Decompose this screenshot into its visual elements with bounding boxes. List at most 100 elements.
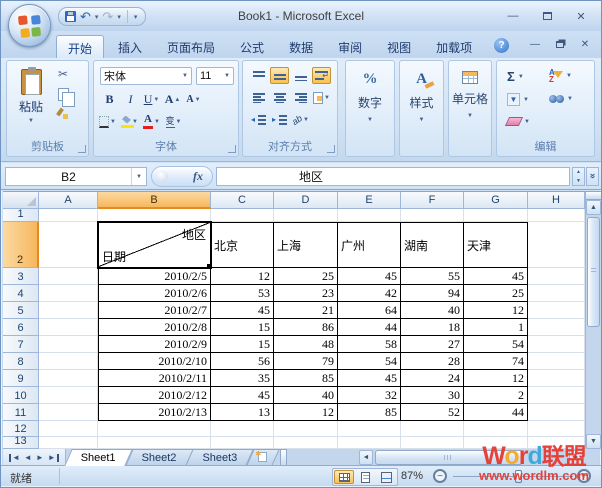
sheet-tab-Sheet3[interactable]: Sheet3: [189, 449, 250, 466]
cell-E12[interactable]: [338, 421, 401, 437]
column-header-D[interactable]: D: [274, 192, 338, 209]
fill-color-button[interactable]: ▼: [120, 113, 139, 130]
row-header-11[interactable]: 11: [3, 404, 39, 421]
cell-E4[interactable]: 42: [338, 285, 401, 302]
workbook-close-button[interactable]: ✕: [577, 39, 593, 50]
font-name-combo[interactable]: 宋体 ▼: [100, 67, 192, 85]
row-header-3[interactable]: 3: [3, 268, 39, 285]
cell-A12[interactable]: [39, 421, 98, 437]
align-center-button[interactable]: [270, 89, 289, 106]
cell-F6[interactable]: 18: [401, 319, 464, 336]
cell-E11[interactable]: 85: [338, 404, 401, 421]
horizontal-scroll-thumb[interactable]: [375, 450, 523, 465]
cell-H6[interactable]: [528, 319, 585, 336]
cell-F11[interactable]: 52: [401, 404, 464, 421]
cell-C2[interactable]: 北京: [211, 222, 274, 268]
cell-B2[interactable]: 地区日期: [98, 222, 211, 268]
copy-icon[interactable]: [58, 88, 69, 101]
cell-F1[interactable]: [401, 209, 464, 222]
cell-G6[interactable]: 1: [464, 319, 528, 336]
formula-bar-spinner[interactable]: ▲▼: [572, 167, 585, 186]
cell-F4[interactable]: 94: [401, 285, 464, 302]
cell-B5[interactable]: 2010/2/7: [98, 302, 211, 319]
font-color-button[interactable]: A▼: [142, 113, 161, 130]
scroll-left-button[interactable]: ◄: [359, 450, 373, 465]
row-header-7[interactable]: 7: [3, 336, 39, 353]
underline-button[interactable]: U▼: [142, 91, 161, 108]
format-painter-icon[interactable]: [57, 108, 69, 120]
row-header-13[interactable]: 13: [3, 437, 39, 449]
page-break-view-button[interactable]: [376, 470, 396, 484]
cell-A2[interactable]: [39, 222, 98, 268]
cell-G13[interactable]: [464, 437, 528, 449]
cell-F2[interactable]: 湖南: [401, 222, 464, 268]
italic-button[interactable]: I: [121, 91, 140, 108]
cell-F3[interactable]: 55: [401, 268, 464, 285]
ribbon-tab-加载项[interactable]: 加载项: [425, 35, 483, 58]
ribbon-tab-插入[interactable]: 插入: [107, 35, 153, 58]
row-header-9[interactable]: 9: [3, 370, 39, 387]
undo-button[interactable]: ↶: [80, 10, 91, 23]
cell-B11[interactable]: 2010/2/13: [98, 404, 211, 421]
cell-A13[interactable]: [39, 437, 98, 449]
ribbon-tab-公式[interactable]: 公式: [229, 35, 275, 58]
cell-G3[interactable]: 45: [464, 268, 528, 285]
last-sheet-button[interactable]: ►: [48, 454, 59, 462]
vertical-scrollbar[interactable]: ▲ ▼: [585, 192, 601, 450]
clipboard-dialog-launcher-icon[interactable]: [78, 145, 86, 153]
prev-sheet-button[interactable]: ◄: [24, 454, 32, 462]
ribbon-tab-开始[interactable]: 开始: [56, 35, 104, 58]
cell-A3[interactable]: [39, 268, 98, 285]
next-sheet-button[interactable]: ►: [36, 454, 44, 462]
cell-G4[interactable]: 25: [464, 285, 528, 302]
cell-H12[interactable]: [528, 421, 585, 437]
column-header-F[interactable]: F: [401, 192, 464, 209]
paste-dropdown-icon[interactable]: ▼: [28, 118, 34, 124]
cell-H3[interactable]: [528, 268, 585, 285]
vertical-scroll-thumb[interactable]: [587, 217, 600, 327]
sort-filter-button[interactable]: A Z ▼: [549, 69, 572, 83]
styles-group-button[interactable]: A 样式 ▼: [402, 65, 441, 152]
cell-E5[interactable]: 64: [338, 302, 401, 319]
top-align-button[interactable]: [249, 67, 268, 84]
office-button[interactable]: [8, 4, 51, 47]
cell-E6[interactable]: 44: [338, 319, 401, 336]
undo-dropdown-icon[interactable]: ▾: [95, 13, 99, 21]
cell-H8[interactable]: [528, 353, 585, 370]
cell-A7[interactable]: [39, 336, 98, 353]
help-button[interactable]: ?: [494, 38, 509, 53]
formula-input[interactable]: 地区: [216, 167, 570, 186]
number-group-button[interactable]: % 数字 ▼: [348, 65, 392, 152]
font-size-combo[interactable]: 11 ▼: [196, 67, 234, 85]
sheet-tab-Sheet2[interactable]: Sheet2: [129, 449, 190, 466]
insert-function-button[interactable]: fx: [151, 166, 213, 187]
cell-D12[interactable]: [274, 421, 338, 437]
cell-D11[interactable]: 12: [274, 404, 338, 421]
autosum-button[interactable]: Σ▼: [507, 69, 524, 84]
paste-button[interactable]: 粘贴 ▼: [13, 67, 49, 135]
cell-H5[interactable]: [528, 302, 585, 319]
cell-A10[interactable]: [39, 387, 98, 404]
cell-D6[interactable]: 86: [274, 319, 338, 336]
cell-G7[interactable]: 54: [464, 336, 528, 353]
cells-group-button[interactable]: 单元格 ▼: [451, 65, 489, 152]
cell-H10[interactable]: [528, 387, 585, 404]
cell-B4[interactable]: 2010/2/6: [98, 285, 211, 302]
scroll-right-button[interactable]: ►: [569, 450, 583, 465]
cell-C3[interactable]: 12: [211, 268, 274, 285]
cell-H4[interactable]: [528, 285, 585, 302]
fill-button[interactable]: ▼▼: [507, 93, 529, 106]
cell-C8[interactable]: 56: [211, 353, 274, 370]
cell-A5[interactable]: [39, 302, 98, 319]
cell-G12[interactable]: [464, 421, 528, 437]
cell-C4[interactable]: 53: [211, 285, 274, 302]
cell-C7[interactable]: 15: [211, 336, 274, 353]
cell-F7[interactable]: 27: [401, 336, 464, 353]
increase-indent-button[interactable]: [270, 111, 289, 128]
bold-button[interactable]: B: [100, 91, 119, 108]
cell-D8[interactable]: 79: [274, 353, 338, 370]
cell-B1[interactable]: [98, 209, 211, 222]
cell-B12[interactable]: [98, 421, 211, 437]
cell-G5[interactable]: 12: [464, 302, 528, 319]
cell-B3[interactable]: 2010/2/5: [98, 268, 211, 285]
